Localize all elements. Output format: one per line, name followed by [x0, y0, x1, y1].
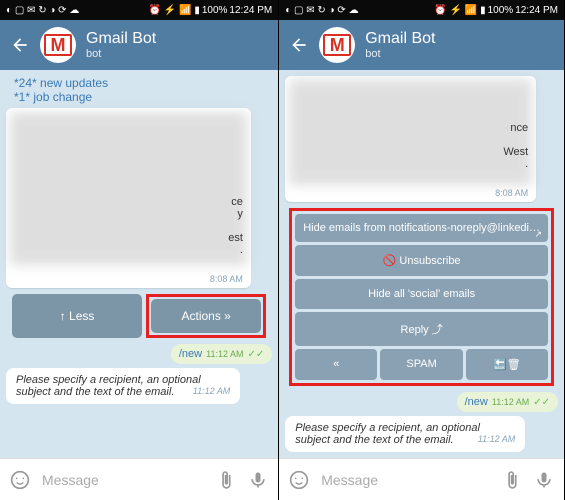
bot-reply-bubble[interactable]: Please specify a recipient, an optional …: [285, 416, 525, 452]
reply-time: 11:12 AM: [193, 386, 231, 396]
back-arrow-icon[interactable]: [10, 35, 30, 55]
panel-back-button[interactable]: «: [295, 349, 377, 380]
hide-social-button[interactable]: Hide all 'social' emails: [295, 279, 548, 309]
read-checks-icon: ✓✓: [533, 397, 550, 408]
attach-icon[interactable]: [216, 470, 236, 490]
command-bubble[interactable]: /new 11:12 AM ✓✓: [457, 392, 558, 412]
status-bar: ◐ ▢ ✉ ↻ ◑ ⟳ ☁ ⏰ ⚡ 📶 ▮ 100% 12:24 PM: [0, 0, 278, 20]
screen-right: ◐ ▢ ✉ ↻ ◑ ⟳ ☁ ⏰ ⚡ 📶 ▮ 100% 12:24 PM M Gm…: [279, 0, 565, 500]
updates-text: *24* new updates *1* job change: [6, 76, 272, 104]
hide-sender-button[interactable]: Hide emails from notifications-noreply@l…: [295, 214, 548, 242]
gmail-avatar-icon[interactable]: M: [319, 27, 355, 63]
chat-header[interactable]: M Gmail Bot bot: [0, 20, 278, 70]
status-bar: ◐ ▢ ✉ ↻ ◑ ⟳ ☁ ⏰ ⚡ 📶 ▮ 100% 12:24 PM: [279, 0, 564, 20]
attach-icon[interactable]: [502, 470, 522, 490]
email-preview-bubble[interactable]: nce West. 8:08 AM: [285, 76, 536, 202]
message-input[interactable]: Message: [42, 472, 204, 488]
actions-panel-highlight: Hide emails from notifications-noreply@l…: [289, 208, 554, 386]
message-input-bar: Message: [0, 458, 278, 500]
emoji-icon[interactable]: [10, 470, 30, 490]
bot-reply-bubble[interactable]: Please specify a recipient, an optional …: [6, 368, 240, 404]
chat-subtitle: bot: [86, 48, 268, 60]
reply-button[interactable]: Reply ⤴: [295, 312, 548, 346]
message-input-bar: Message: [279, 458, 564, 500]
screen-left: ◐ ▢ ✉ ↻ ◑ ⟳ ☁ ⏰ ⚡ 📶 ▮ 100% 12:24 PM M Gm…: [0, 0, 279, 500]
chat-header[interactable]: M Gmail Bot bot: [279, 20, 564, 70]
mic-icon[interactable]: [248, 470, 268, 490]
keyboard-row: ↑ Less Actions »: [6, 292, 272, 340]
less-button[interactable]: ↑ Less: [12, 294, 142, 338]
back-arrow-icon[interactable]: [289, 35, 309, 55]
trash-button[interactable]: 🔙🗑: [466, 349, 548, 380]
mic-icon[interactable]: [534, 470, 554, 490]
chat-area[interactable]: *24* new updates *1* job change cey est.…: [0, 70, 278, 458]
actions-button[interactable]: Actions »: [151, 299, 261, 333]
command-bubble[interactable]: /new 11:12 AM ✓✓: [171, 344, 272, 364]
actions-highlight: Actions »: [146, 294, 266, 338]
blurred-content: [10, 112, 247, 264]
status-left-icons: ◐ ▢ ✉ ↻ ◑ ⟳ ☁: [6, 5, 79, 16]
read-checks-icon: ✓✓: [247, 349, 264, 360]
chat-area[interactable]: nce West. 8:08 AM Hide emails from notif…: [279, 70, 564, 458]
emoji-icon[interactable]: [289, 470, 309, 490]
command-text: /new: [179, 348, 202, 360]
spam-button[interactable]: SPAM: [380, 349, 462, 380]
email-preview-bubble[interactable]: cey est. 8:08 AM: [6, 108, 251, 288]
gmail-avatar-icon[interactable]: M: [40, 27, 76, 63]
partial-text: cey est.: [228, 196, 243, 256]
message-input[interactable]: Message: [321, 472, 490, 488]
unsubscribe-button[interactable]: 🚫 Unsubscribe: [295, 245, 548, 276]
message-time: 8:08 AM: [210, 274, 243, 284]
command-time: 11:12 AM: [206, 349, 243, 359]
status-right: ⏰ ⚡ 📶 ▮ 100% 12:24 PM: [149, 5, 273, 16]
header-title-block[interactable]: Gmail Bot bot: [86, 30, 268, 60]
chat-title: Gmail Bot: [86, 30, 268, 48]
